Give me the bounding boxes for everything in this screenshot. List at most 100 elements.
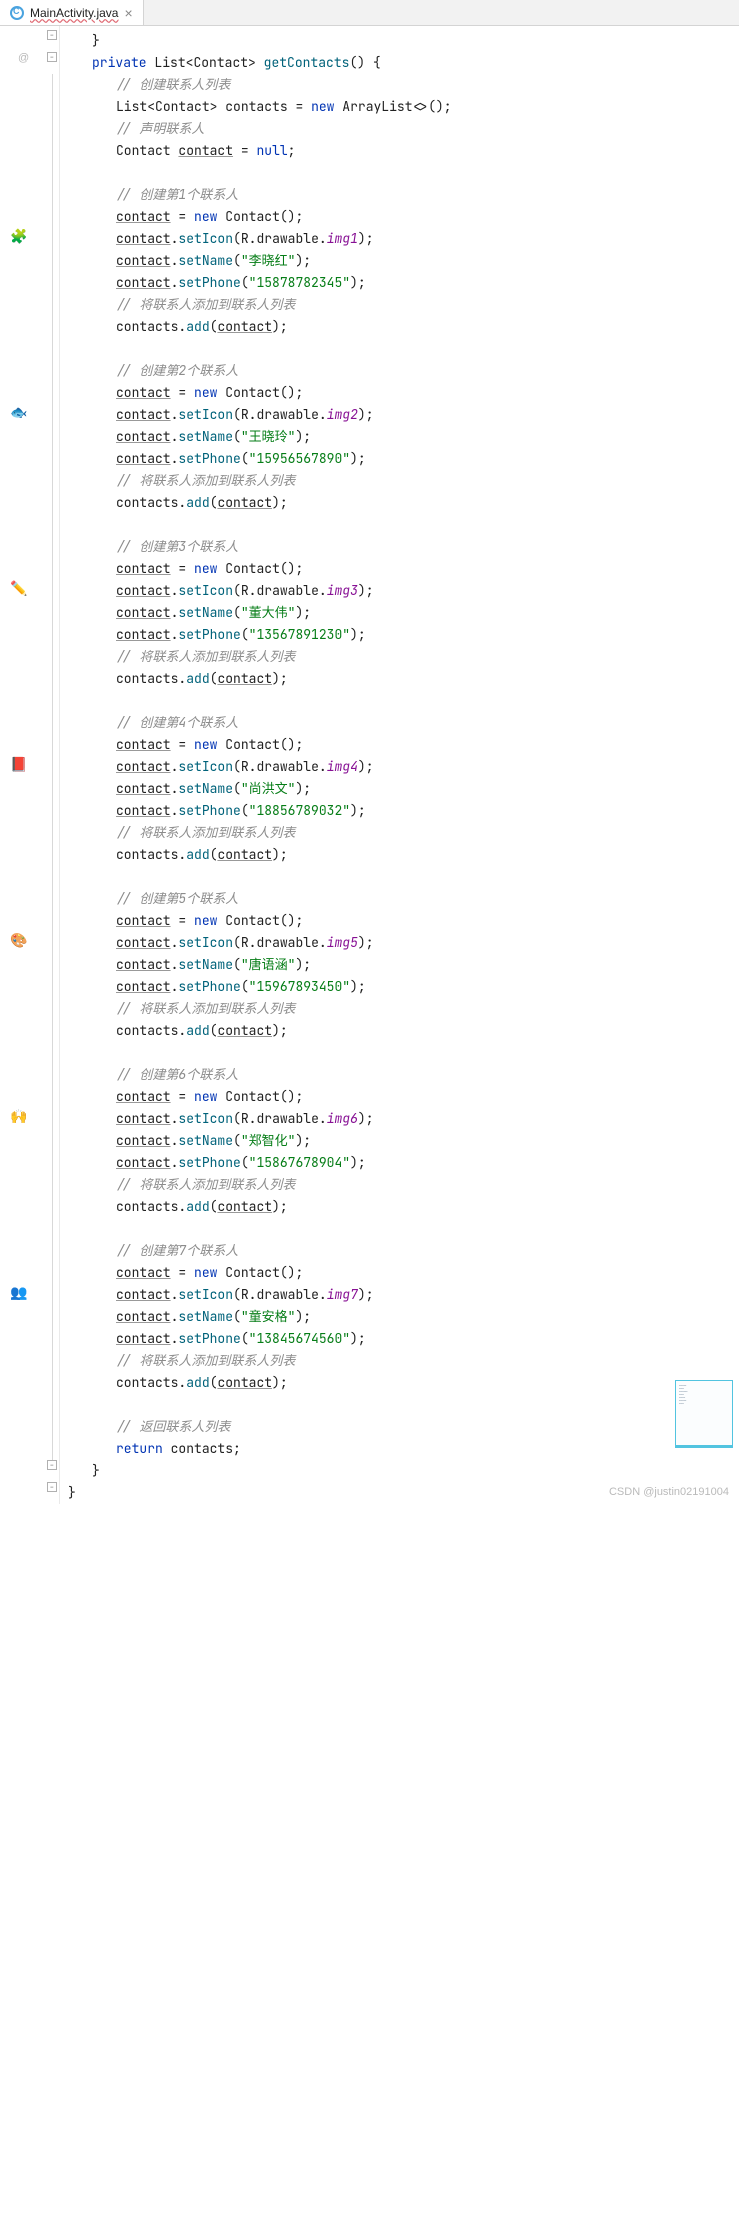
code-line[interactable]: contact.setPhone("15878782345"); bbox=[68, 272, 739, 294]
code-line[interactable]: contact.setPhone("13845674560"); bbox=[68, 1328, 739, 1350]
file-tab[interactable]: MainActivity.java × bbox=[0, 0, 144, 25]
code-line[interactable]: contact.setName("董大伟"); bbox=[68, 602, 739, 624]
code-line[interactable]: contact.setPhone("15956567890"); bbox=[68, 448, 739, 470]
override-icon[interactable]: @ bbox=[18, 52, 29, 64]
code-line[interactable]: contact.setIcon(R.drawable.img1); bbox=[68, 228, 739, 250]
code-line[interactable]: contact.setIcon(R.drawable.img7); bbox=[68, 1284, 739, 1306]
code-line[interactable]: contact.setName("尚洪文"); bbox=[68, 778, 739, 800]
code-line[interactable]: contact.setName("王晓玲"); bbox=[68, 426, 739, 448]
code-line[interactable]: // 创建第5个联系人 bbox=[68, 888, 739, 910]
token: (); bbox=[280, 384, 303, 401]
code-line[interactable]: // 将联系人添加到联系人列表 bbox=[68, 1174, 739, 1196]
code-line[interactable]: // 将联系人添加到联系人列表 bbox=[68, 822, 739, 844]
token: contact bbox=[217, 494, 272, 511]
code-line[interactable] bbox=[68, 1394, 739, 1416]
code-line[interactable] bbox=[68, 338, 739, 360]
token: // 将联系人添加到联系人列表 bbox=[116, 1000, 295, 1017]
token: // 创建第5个联系人 bbox=[116, 890, 238, 907]
resource-icon[interactable]: 🧩 bbox=[10, 228, 26, 244]
code-line[interactable]: // 创建第4个联系人 bbox=[68, 712, 739, 734]
token: setName bbox=[178, 1132, 233, 1149]
code-line[interactable]: // 将联系人添加到联系人列表 bbox=[68, 470, 739, 492]
code-area[interactable]: }private List<Contact> getContacts() {//… bbox=[60, 26, 739, 1504]
token: add bbox=[186, 1022, 209, 1039]
token: ( bbox=[233, 1286, 241, 1303]
code-line[interactable]: } bbox=[68, 30, 739, 52]
code-line[interactable]: Contact contact = null; bbox=[68, 140, 739, 162]
code-line[interactable]: contact.setPhone("15867678904"); bbox=[68, 1152, 739, 1174]
code-line[interactable]: contact.setName("郑智化"); bbox=[68, 1130, 739, 1152]
fold-icon[interactable]: − bbox=[47, 30, 57, 40]
fold-icon[interactable]: − bbox=[47, 1460, 57, 1470]
code-line[interactable] bbox=[68, 866, 739, 888]
resource-icon[interactable]: 🎨 bbox=[10, 932, 26, 948]
code-line[interactable] bbox=[68, 690, 739, 712]
code-line[interactable]: contacts.add(contact); bbox=[68, 316, 739, 338]
code-line[interactable]: // 创建联系人列表 bbox=[68, 74, 739, 96]
resource-icon[interactable]: ✏️ bbox=[10, 580, 26, 596]
code-line[interactable] bbox=[68, 1042, 739, 1064]
code-line[interactable]: contact.setIcon(R.drawable.img3); bbox=[68, 580, 739, 602]
token: new bbox=[194, 1264, 217, 1281]
code-line[interactable]: // 创建第6个联系人 bbox=[68, 1064, 739, 1086]
code-line[interactable]: contact = new Contact(); bbox=[68, 734, 739, 756]
resource-icon[interactable]: 🐟 bbox=[10, 404, 26, 420]
code-line[interactable]: // 创建第3个联系人 bbox=[68, 536, 739, 558]
code-line[interactable]: contacts.add(contact); bbox=[68, 668, 739, 690]
token: = bbox=[178, 560, 186, 577]
code-line[interactable]: contact.setIcon(R.drawable.img2); bbox=[68, 404, 739, 426]
code-line[interactable]: contacts.add(contact); bbox=[68, 1372, 739, 1394]
token: contact bbox=[116, 450, 171, 467]
code-line[interactable]: contact.setName("唐语涵"); bbox=[68, 954, 739, 976]
code-line[interactable]: contact = new Contact(); bbox=[68, 910, 739, 932]
token: R bbox=[241, 1286, 249, 1303]
minimap[interactable]: ▬▬▬▬▬▬▬▬▬▬▬▬▬▬▬▬▬▬▬▬▬▬▬▬▬▬▬▬▬▬▬▬▬▬▬▬ bbox=[675, 1380, 733, 1448]
code-line[interactable] bbox=[68, 1218, 739, 1240]
token: . bbox=[319, 582, 327, 599]
code-line[interactable]: // 声明联系人 bbox=[68, 118, 739, 140]
token: = bbox=[178, 1264, 186, 1281]
code-line[interactable]: contacts.add(contact); bbox=[68, 1196, 739, 1218]
code-line[interactable]: contact.setName("童安格"); bbox=[68, 1306, 739, 1328]
code-line[interactable]: // 将联系人添加到联系人列表 bbox=[68, 1350, 739, 1372]
code-line[interactable]: contact.setIcon(R.drawable.img6); bbox=[68, 1108, 739, 1130]
code-line[interactable]: contact.setIcon(R.drawable.img4); bbox=[68, 756, 739, 778]
resource-icon[interactable]: 📕 bbox=[10, 756, 26, 772]
code-line[interactable]: // 将联系人添加到联系人列表 bbox=[68, 294, 739, 316]
token: contact bbox=[217, 670, 272, 687]
code-line[interactable]: contact = new Contact(); bbox=[68, 1086, 739, 1108]
token: return bbox=[116, 1440, 163, 1457]
code-line[interactable]: } bbox=[68, 1460, 739, 1482]
code-line[interactable]: private List<Contact> getContacts() { bbox=[68, 52, 739, 74]
fold-icon[interactable]: − bbox=[47, 52, 57, 62]
token: "董大伟" bbox=[241, 604, 296, 621]
code-line[interactable]: contact = new Contact(); bbox=[68, 206, 739, 228]
code-line[interactable]: contact = new Contact(); bbox=[68, 1262, 739, 1284]
code-line[interactable]: contact.setPhone("18856789032"); bbox=[68, 800, 739, 822]
code-line[interactable] bbox=[68, 162, 739, 184]
code-line[interactable]: // 将联系人添加到联系人列表 bbox=[68, 998, 739, 1020]
code-line[interactable] bbox=[68, 514, 739, 536]
code-line[interactable]: contacts.add(contact); bbox=[68, 1020, 739, 1042]
token: add bbox=[186, 846, 209, 863]
code-line[interactable]: // 创建第1个联系人 bbox=[68, 184, 739, 206]
code-line[interactable]: contact.setIcon(R.drawable.img5); bbox=[68, 932, 739, 954]
code-line[interactable]: contact.setPhone("13567891230"); bbox=[68, 624, 739, 646]
code-line[interactable]: contact = new Contact(); bbox=[68, 382, 739, 404]
resource-icon[interactable]: 👥 bbox=[10, 1284, 26, 1300]
code-line[interactable]: // 创建第2个联系人 bbox=[68, 360, 739, 382]
code-line[interactable]: List<Contact> contacts = new ArrayList<>… bbox=[68, 96, 739, 118]
close-icon[interactable]: × bbox=[124, 5, 132, 21]
code-line[interactable]: // 返回联系人列表 bbox=[68, 1416, 739, 1438]
code-line[interactable]: return contacts; bbox=[68, 1438, 739, 1460]
code-line[interactable]: contacts.add(contact); bbox=[68, 492, 739, 514]
code-line[interactable]: contact.setName("李晓红"); bbox=[68, 250, 739, 272]
resource-icon[interactable]: 🙌 bbox=[10, 1108, 26, 1124]
code-line[interactable]: // 将联系人添加到联系人列表 bbox=[68, 646, 739, 668]
code-line[interactable]: contact = new Contact(); bbox=[68, 558, 739, 580]
code-line[interactable]: contacts.add(contact); bbox=[68, 844, 739, 866]
fold-icon[interactable]: − bbox=[47, 1482, 57, 1492]
code-line[interactable]: // 创建第7个联系人 bbox=[68, 1240, 739, 1262]
code-line[interactable]: contact.setPhone("15967893450"); bbox=[68, 976, 739, 998]
token: contact bbox=[116, 582, 171, 599]
